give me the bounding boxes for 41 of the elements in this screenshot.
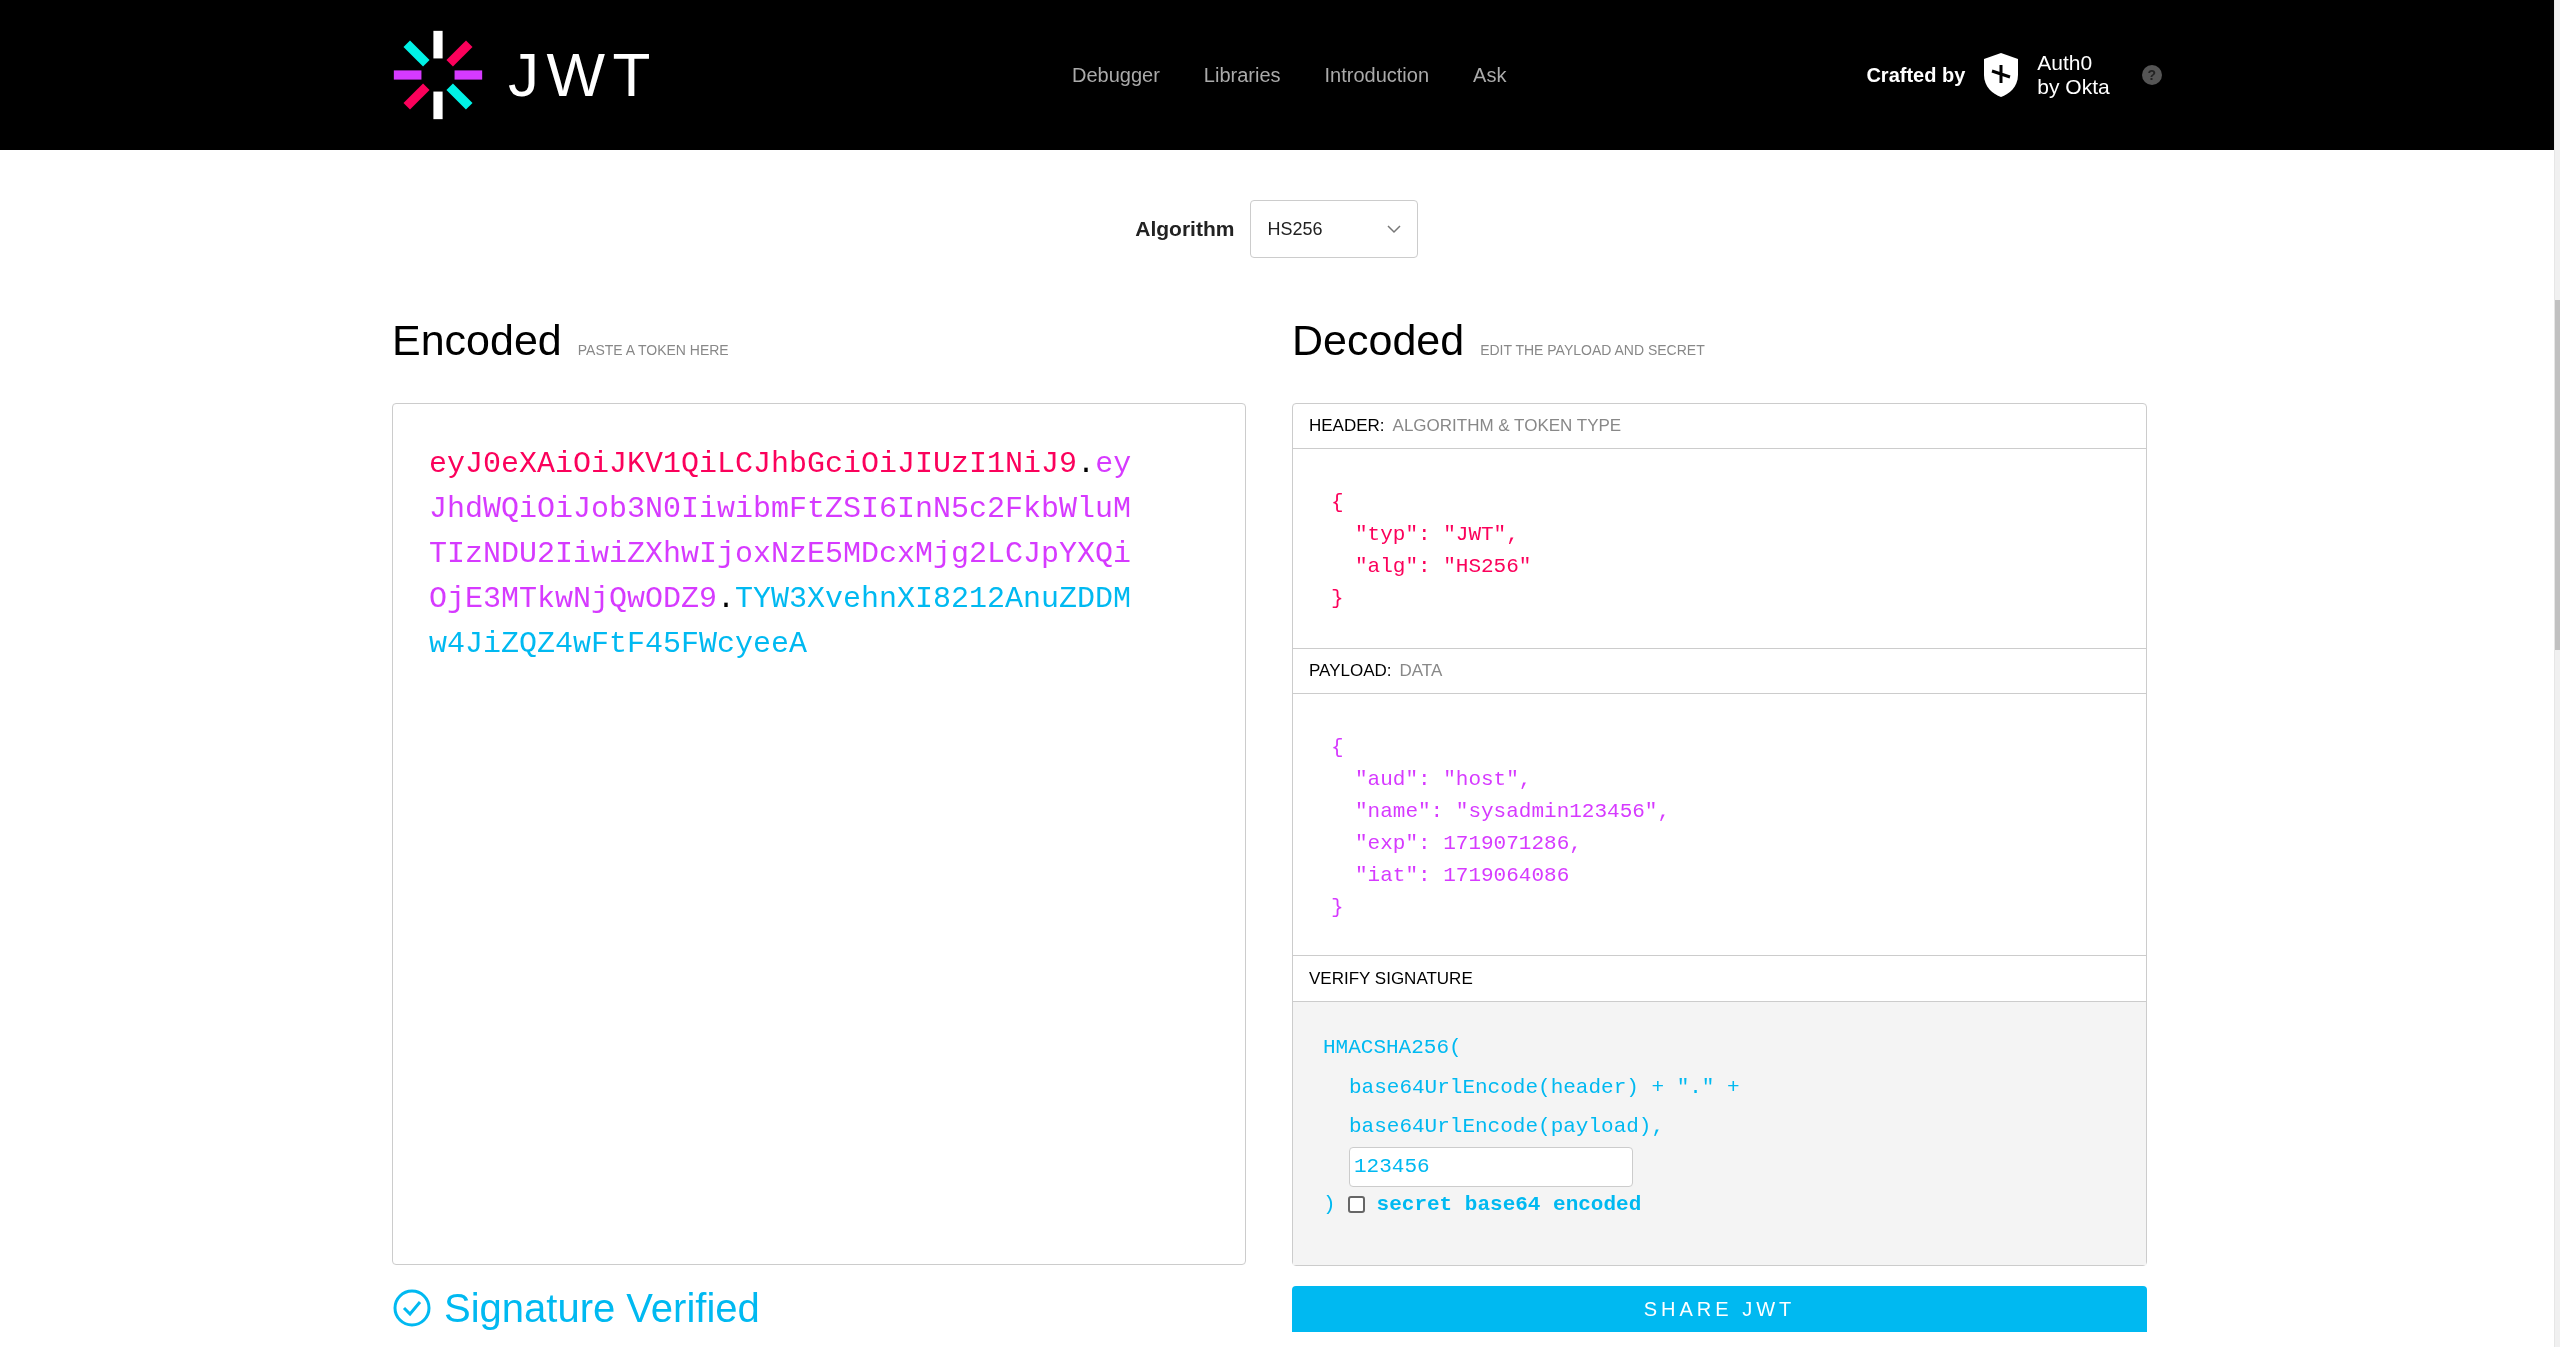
status-text: Signature Verified [444, 1286, 760, 1330]
code-line: base64UrlEncode(header) + "." + [1349, 1074, 1740, 1101]
panel-subheading: DATA [1399, 660, 1443, 683]
brand-tagline: by Okta [2037, 75, 2110, 99]
logo-text: JWT [508, 44, 658, 106]
code-line: { [1331, 735, 1344, 761]
token-input[interactable]: eyJ0eXAiOiJKV1QiLCJhbGciOiJIUzI1NiJ9.eyJhdWQiOiJob3N0IiwibmFtZSI6InN5c2FkbWluMTIzNDU2IiwiZXhwIjoxNzE5MDcxMjg2LCJpYXQiOjE3MTkwNjQwODZ9.TYW3XvehnXI8212AnuZDDMw4JiZQZ4wFtF45FWcyeeA [392, 403, 1246, 1265]
brand-name: Auth0 [2037, 51, 2094, 75]
code-line: ) [1323, 1191, 1336, 1218]
check-circle-icon [392, 1288, 432, 1328]
chevron-down-icon [1387, 224, 1402, 234]
code-line: "iat": 1719064086 [1355, 863, 1570, 889]
panel-subheading: ALGORITHM & TOKEN TYPE [1392, 415, 1622, 438]
code-line: } [1331, 586, 1344, 612]
code-line: HMACSHA256( [1323, 1035, 1462, 1061]
nav-link[interactable]: Libraries [1203, 60, 1281, 90]
nav-link[interactable]: Introduction [1324, 60, 1430, 90]
code-line: "typ": "JWT", [1355, 522, 1519, 548]
encoded-token: eyJ0eXAiOiJKV1QiLCJhbGciOiJIUzI1NiJ9.eyJhdWQiOiJob3N0IiwibmFtZSI6InN5c2FkbWluMTIzNDU2IiwiZXhwIjoxNzE5MDcxMjg2LCJpYXQiOjE3MTkwNjQwODZ9.TYW3XvehnXI8212AnuZDDMw4JiZQZ4wFtF45FWcyeeA [429, 446, 1133, 663]
algorithm-label: Algorithm [1135, 216, 1235, 243]
code-line: { [1331, 490, 1344, 516]
section-title: Decoded [1292, 315, 1465, 366]
code-line: } [1331, 895, 1344, 921]
panel-heading: VERIFY SIGNATURE [1309, 967, 1473, 990]
code-line: "aud": "host", [1355, 767, 1532, 793]
nav-link[interactable]: Debugger [1072, 60, 1160, 90]
logo-icon [392, 29, 484, 121]
section-hint: EDIT THE PAYLOAD AND SECRET [1480, 341, 1705, 360]
nav-link[interactable]: Ask [1473, 60, 1507, 90]
algorithm-dropdown[interactable]: HS256 [1250, 200, 1419, 258]
checkbox-label: secret base64 encoded [1376, 1191, 1642, 1218]
code-line: base64UrlEncode(payload), [1349, 1114, 1665, 1140]
section-title: Encoded [392, 315, 562, 366]
crafted-by-label: Crafted by [1866, 63, 1966, 88]
panel-heading: PAYLOAD: [1309, 660, 1392, 683]
code-line: "name": "sysadmin123456", [1355, 799, 1671, 825]
section-hint: PASTE A TOKEN HERE [577, 341, 729, 360]
panel-heading: HEADER: [1309, 415, 1385, 438]
code-line: "alg": "HS256" [1355, 554, 1532, 580]
code-line: "exp": 1719071286, [1355, 831, 1582, 857]
checkbox[interactable] [1347, 1195, 1365, 1213]
